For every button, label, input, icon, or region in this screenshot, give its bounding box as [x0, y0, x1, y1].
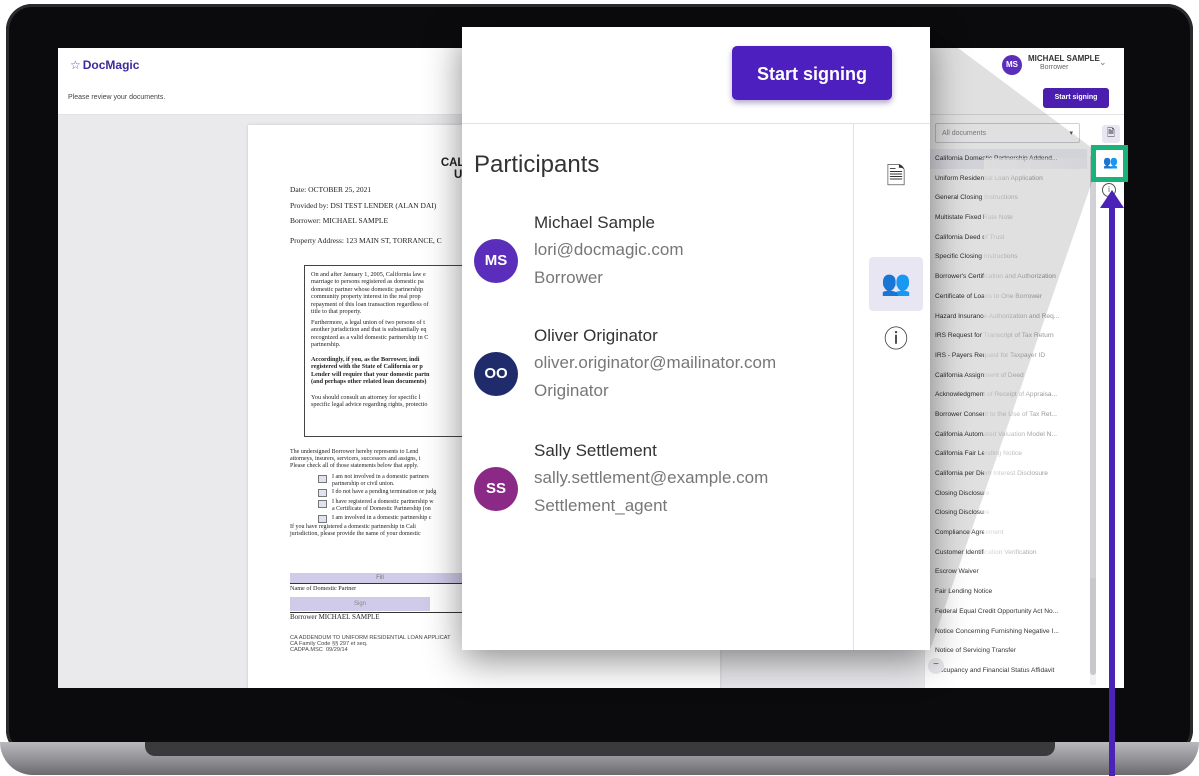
participants-icon[interactable]: 👥 — [869, 257, 923, 311]
participants-zoom-callout: Start signing Participants MS Michael Sa… — [462, 27, 930, 650]
document-icon[interactable]: 🗎 — [869, 150, 923, 204]
participant-avatar: MS — [474, 239, 518, 283]
participants-highlight[interactable]: 👥 — [1091, 145, 1128, 182]
participant-email: lori@docmagic.com — [534, 240, 684, 259]
participant-name: Michael Sample — [534, 213, 655, 232]
zoom-divider — [853, 123, 854, 650]
pointer-arrow-line — [1109, 196, 1115, 776]
pointer-arrow-head — [1100, 190, 1124, 208]
participant-role: Borrower — [534, 268, 603, 287]
laptop-frame: ☆ DocMagic MS MICHAEL SAMPLE Borrower ⌄ P… — [0, 0, 1199, 776]
participants-icon: 👥 — [1103, 155, 1118, 169]
participant-email: sally.settlement@example.com — [534, 468, 769, 487]
participant-avatar: SS — [474, 467, 518, 511]
participant-role: Settlement_agent — [534, 496, 668, 515]
participant-avatar: OO — [474, 352, 518, 396]
info-icon[interactable]: ⓘ — [869, 313, 923, 367]
participant-email: oliver.originator@mailinator.com — [534, 353, 777, 372]
participant-name: Oliver Originator — [534, 326, 658, 345]
participant-name: Sally Settlement — [534, 441, 657, 460]
participant-item: MS Michael Sample lori@docmagic.com Borr… — [474, 213, 834, 313]
participant-role: Originator — [534, 381, 609, 400]
participant-item: SS Sally Settlement sally.settlement@exa… — [474, 441, 834, 541]
participants-title: Participants — [474, 151, 600, 178]
start-signing-button-large[interactable]: Start signing — [732, 46, 892, 100]
participant-item: OO Oliver Originator oliver.originator@m… — [474, 326, 834, 426]
zoom-header: Start signing — [462, 27, 930, 124]
